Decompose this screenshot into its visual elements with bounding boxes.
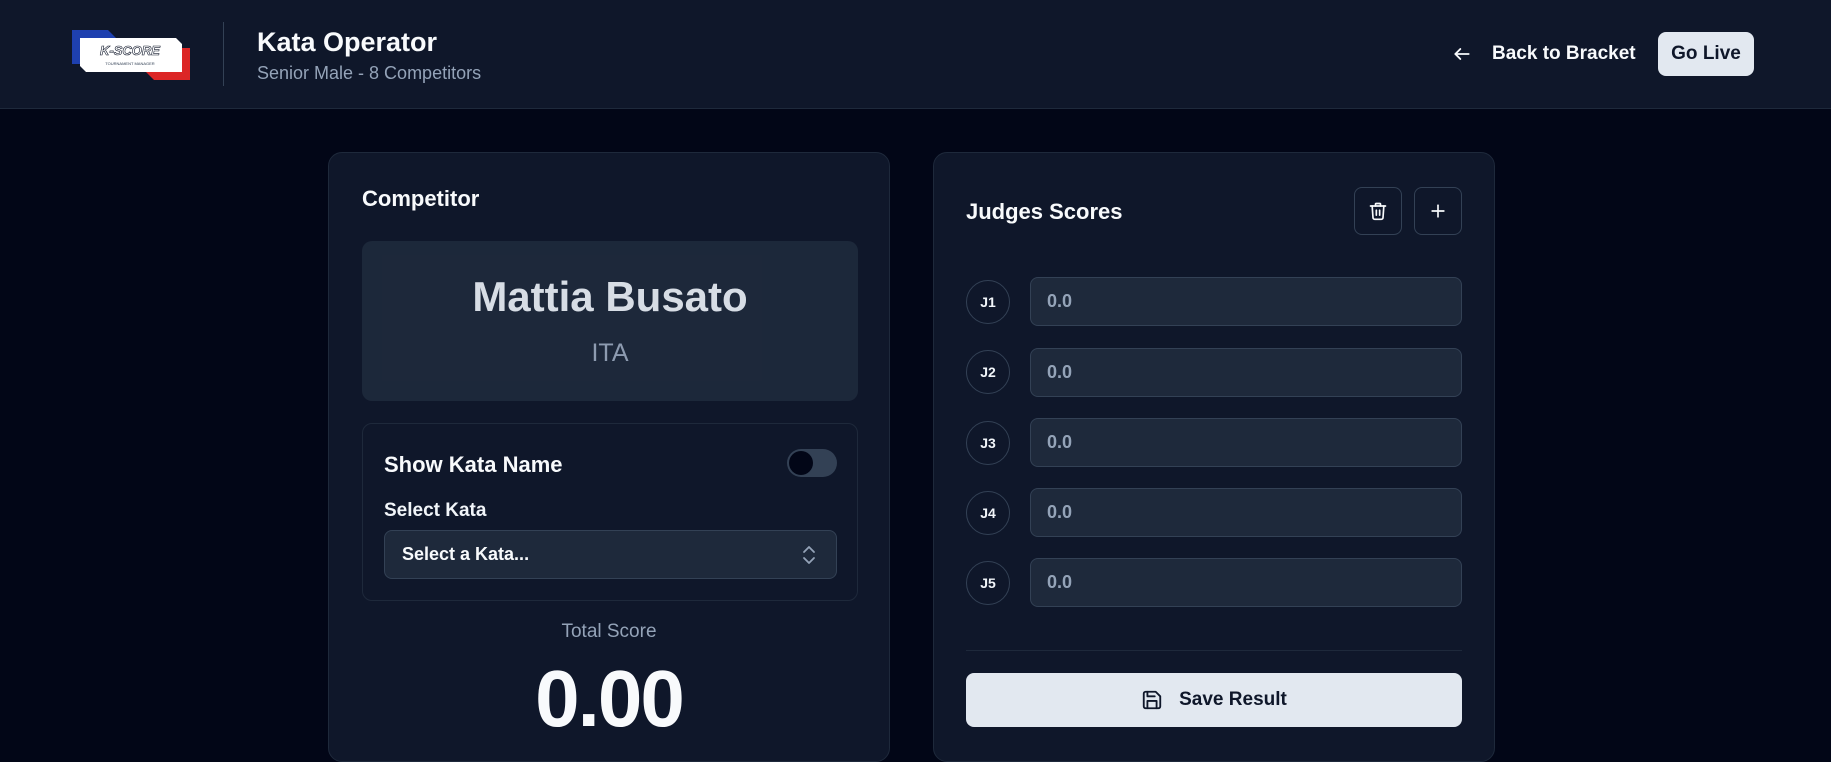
- header-divider: [223, 22, 224, 86]
- competitor-country: ITA: [591, 339, 629, 367]
- competitor-heading: Competitor: [362, 186, 480, 211]
- select-kata-label: Select Kata: [384, 500, 487, 521]
- judge-score-input[interactable]: [1030, 558, 1462, 607]
- judge-score-input[interactable]: [1030, 277, 1462, 326]
- judge-badge: J3: [966, 421, 1010, 465]
- clear-scores-button[interactable]: [1354, 187, 1402, 235]
- competitor-name: Mattia Busato: [472, 273, 748, 320]
- competitor-display: Mattia Busato ITA: [362, 241, 858, 401]
- kata-select-value: Select a Kata...: [402, 544, 530, 564]
- page-subtitle: Senior Male - 8 Competitors: [257, 63, 482, 83]
- trash-icon: [1369, 202, 1387, 221]
- back-to-bracket-button[interactable]: Back to Bracket: [1452, 36, 1636, 72]
- chevron-up-down-icon: [803, 546, 815, 564]
- judge-badge: J2: [966, 350, 1010, 394]
- top-bar: K-SCORE TOURNAMENT MANAGER Kata Operator…: [0, 0, 1831, 109]
- judge-badge: J5: [966, 561, 1010, 605]
- total-score-value: 0.00: [535, 654, 685, 743]
- judge-score-input[interactable]: [1030, 418, 1462, 467]
- judges-heading: Judges Scores: [966, 199, 1123, 224]
- competitor-card: Competitor Mattia Busato ITA Show Kata N…: [328, 152, 890, 762]
- arrow-left-icon: [1454, 48, 1470, 60]
- save-result-label: Save Result: [1179, 689, 1287, 710]
- save-icon: [1142, 690, 1162, 710]
- judges-card: Judges Scores J1 J2 J3 J4 J5 Save Result: [933, 152, 1495, 762]
- kata-select[interactable]: Select a Kata...: [384, 530, 837, 579]
- show-kata-name-toggle[interactable]: [787, 449, 837, 477]
- show-kata-name-label: Show Kata Name: [384, 452, 563, 477]
- back-to-bracket-label: Back to Bracket: [1492, 43, 1636, 64]
- toggle-knob: [789, 451, 813, 475]
- add-judge-button[interactable]: [1414, 187, 1462, 235]
- kata-settings-panel: Show Kata Name Select Kata Select a Kata…: [362, 423, 858, 601]
- save-result-button[interactable]: Save Result: [966, 673, 1462, 727]
- logo-tagline: TOURNAMENT MANAGER: [105, 61, 155, 66]
- page-title: Kata Operator: [257, 27, 438, 57]
- logo-wordmark: K-SCORE: [100, 43, 160, 58]
- judge-badge: J4: [966, 491, 1010, 535]
- plus-icon: [1431, 204, 1445, 218]
- go-live-button[interactable]: Go Live: [1658, 32, 1754, 76]
- section-divider: [966, 650, 1462, 651]
- total-score-label: Total Score: [561, 621, 657, 642]
- judge-badge: J1: [966, 280, 1010, 324]
- judge-score-input[interactable]: [1030, 488, 1462, 537]
- k-score-logo: K-SCORE TOURNAMENT MANAGER: [72, 28, 190, 82]
- judge-score-input[interactable]: [1030, 348, 1462, 397]
